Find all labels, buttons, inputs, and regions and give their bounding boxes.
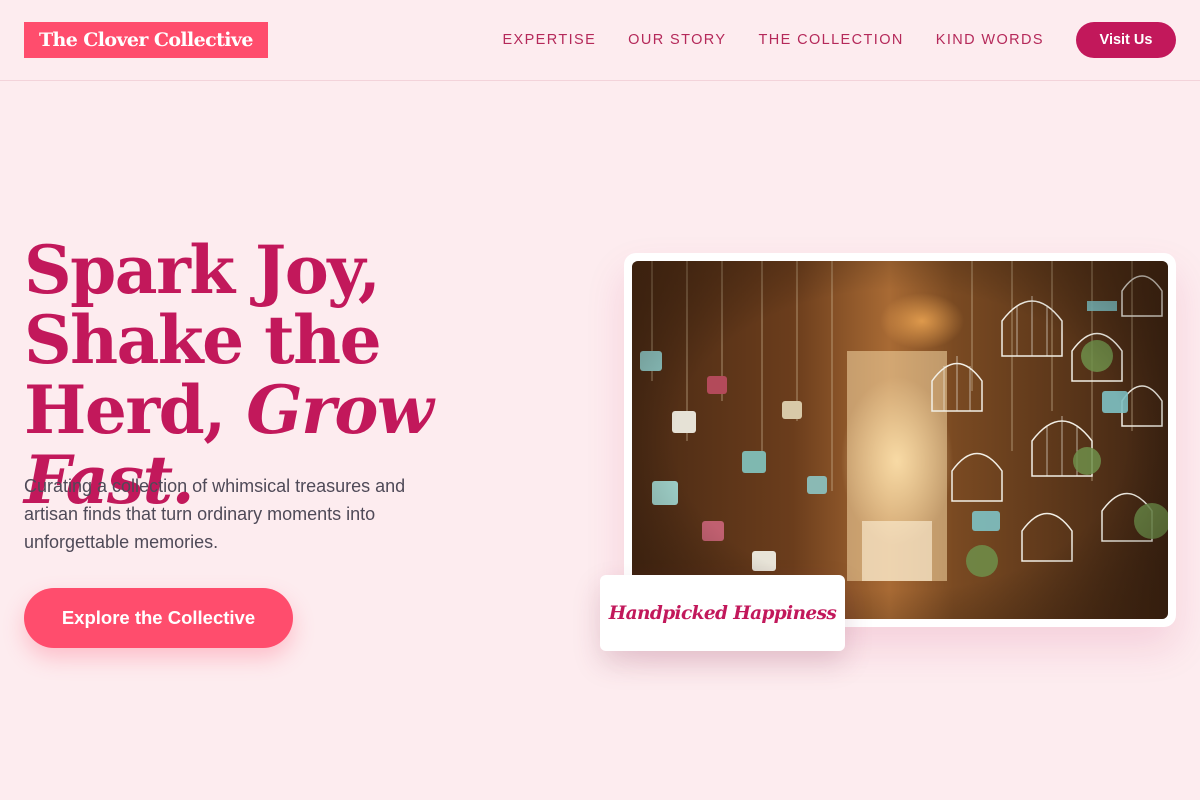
- main-nav: EXPERTISE OUR STORY THE COLLECTION KIND …: [470, 22, 1176, 58]
- nav-link-the-collection[interactable]: THE COLLECTION: [758, 32, 903, 48]
- visit-us-button[interactable]: Visit Us: [1076, 22, 1176, 58]
- image-caption-card: Handpicked Happiness: [600, 575, 845, 651]
- site-header: The Clover Collective EXPERTISE OUR STOR…: [0, 0, 1200, 81]
- nav-link-kind-words[interactable]: KIND WORDS: [936, 32, 1044, 48]
- nav-link-our-story[interactable]: OUR STORY: [628, 32, 726, 48]
- hero-subtitle: Curating a collection of whimsical treas…: [24, 476, 406, 552]
- explore-collective-button[interactable]: Explore the Collective: [24, 588, 293, 648]
- site-logo[interactable]: The Clover Collective: [24, 22, 268, 58]
- image-caption: Handpicked Happiness: [608, 602, 837, 624]
- nav-link-expertise[interactable]: EXPERTISE: [502, 32, 596, 48]
- birdcage-illustration: [632, 261, 1168, 619]
- feature-image: [632, 261, 1168, 619]
- feature-image-frame: [624, 253, 1176, 627]
